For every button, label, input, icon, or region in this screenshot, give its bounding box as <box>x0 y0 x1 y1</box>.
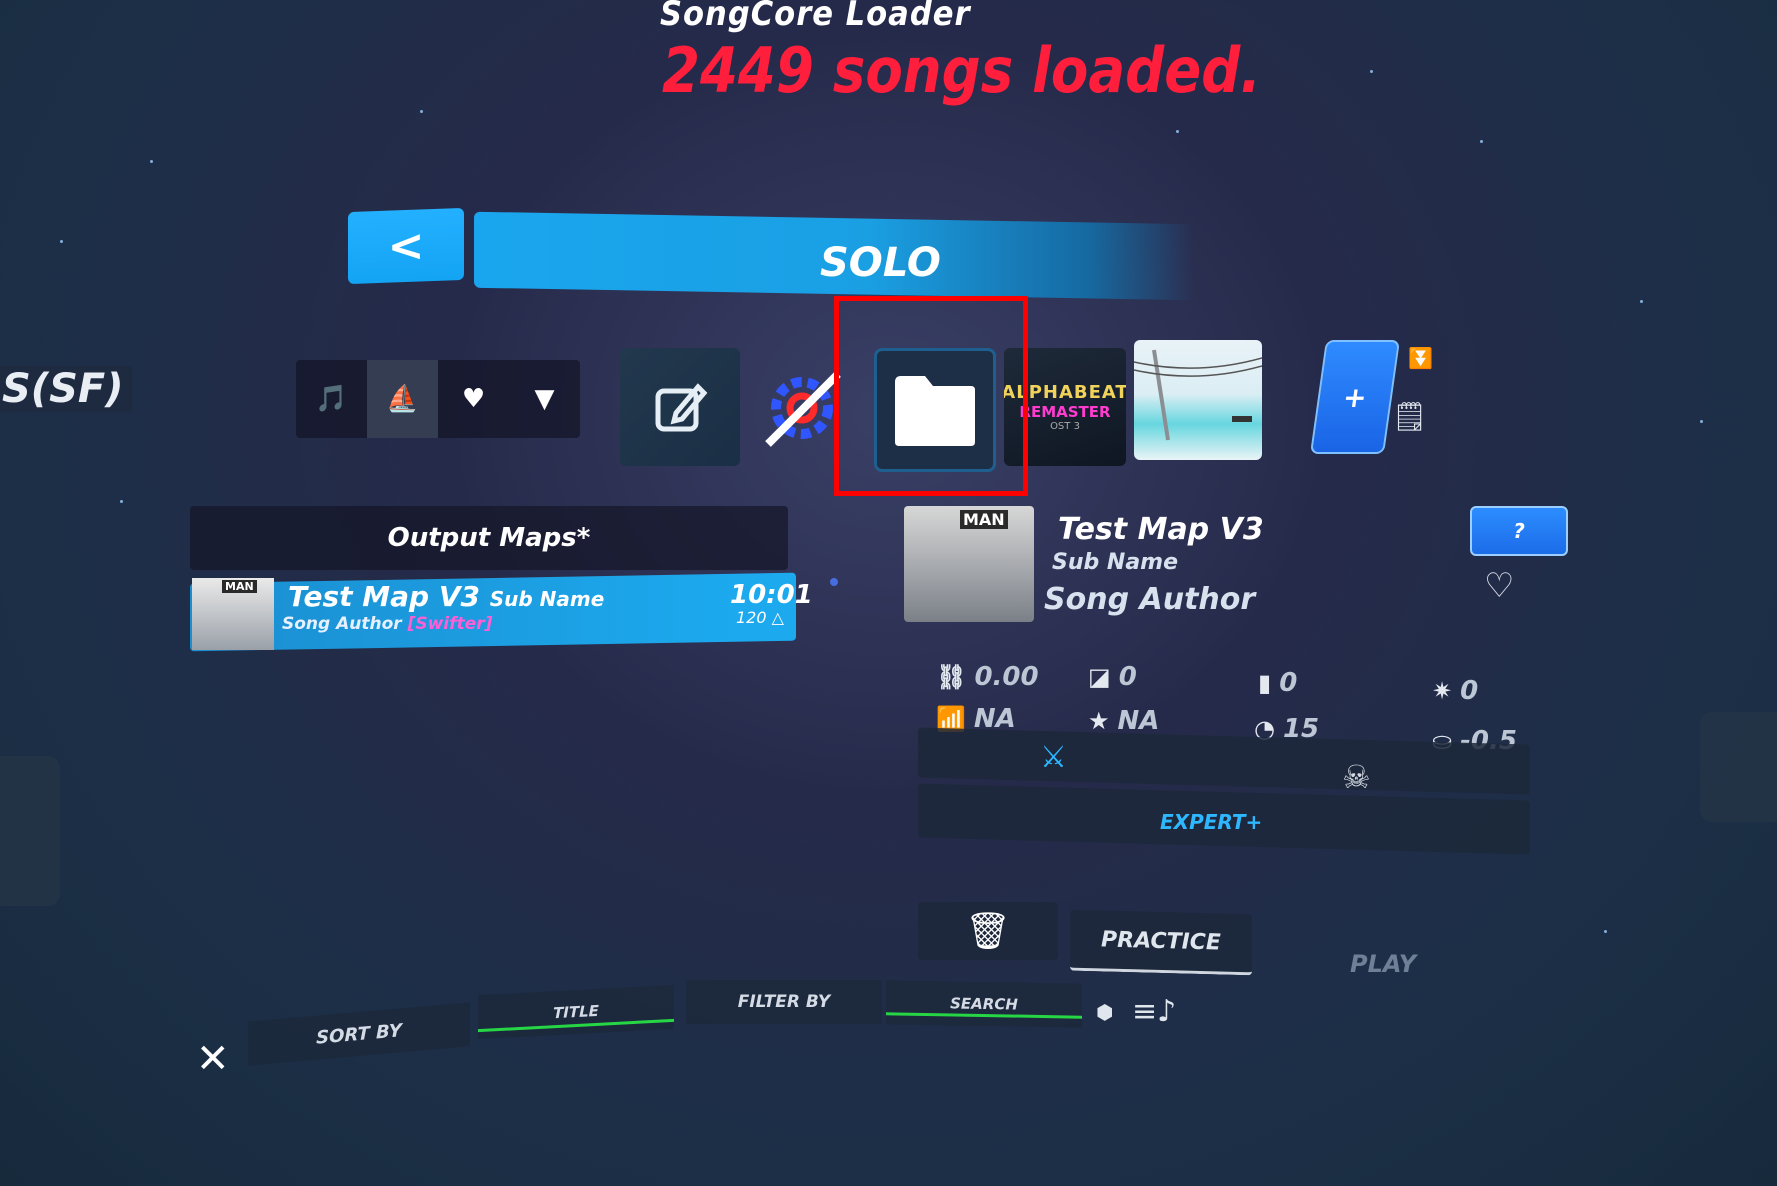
play-button[interactable]: PLAY <box>1350 950 1416 978</box>
tab-favorites[interactable]: ♥ <box>438 360 509 438</box>
landscape-image <box>1134 349 1262 441</box>
song-detail-subtitle: Sub Name <box>1052 550 1179 575</box>
skull-characteristic-icon[interactable]: ☠ <box>1342 758 1371 796</box>
music-folder-icon: 🎵 <box>315 384 348 414</box>
song-row-duration: 10:01 <box>730 580 813 610</box>
right-side-panel <box>1700 712 1777 822</box>
playlist-edit[interactable] <box>620 348 740 466</box>
song-row-author-text: Song Author <box>282 614 402 634</box>
song-row-title-text: Test Map V3 <box>288 580 480 613</box>
nps-icon: ⛓ <box>936 663 967 691</box>
song-row-cover: MAN <box>192 578 274 650</box>
songs-loaded-status: 2449 songs loaded. <box>662 34 1262 107</box>
tab-level-packs[interactable]: ⛵ <box>367 360 438 438</box>
add-playlist-button[interactable]: + <box>1309 340 1401 454</box>
sort-by-button[interactable]: SORT BY <box>248 1002 470 1066</box>
trash-icon: 🗑 <box>965 911 1011 952</box>
playlist-alphabeat-ost: OST 3 <box>1050 421 1080 432</box>
category-tabs: 🎵 ⛵ ♥ ▼ <box>296 360 580 438</box>
cover-tag: MAN <box>222 580 257 593</box>
stat-notes: ◪ 0 <box>1088 662 1137 692</box>
playlist-info-icon[interactable]: 🗒 <box>1392 400 1428 433</box>
song-row-title: Test Map V3 Sub Name <box>288 580 604 613</box>
star-icon: ★ <box>1088 707 1110 735</box>
page-title: SOLO <box>820 240 941 286</box>
song-detail-title: Test Map V3 <box>1058 512 1264 547</box>
song-row-mapper: [Swifter] <box>407 614 493 634</box>
metronome-icon: △ <box>771 608 784 627</box>
stat-nps: ⛓ 0.00 <box>936 662 1039 692</box>
cover-tag: MAN <box>960 510 1008 529</box>
help-button[interactable]: ? <box>1470 506 1568 556</box>
search-button[interactable]: SEARCH <box>886 980 1082 1028</box>
stat-bombs: ▮ 0 <box>1258 668 1298 698</box>
songcore-loader-title: SongCore Loader <box>660 0 971 34</box>
stat-lights: ✷ 0 <box>1432 676 1479 706</box>
difficulty-expert-plus[interactable]: EXPERT+ <box>1160 810 1262 834</box>
heart-icon: ♥ <box>461 384 486 414</box>
plus-icon: + <box>1340 380 1370 414</box>
light-icon: ✷ <box>1432 677 1453 705</box>
song-list-header: Output Maps* <box>190 506 788 570</box>
song-row-author: Song Author [Swifter] <box>282 614 492 634</box>
filter-icon: ▼ <box>534 384 555 414</box>
left-side-panel <box>0 756 60 906</box>
chevron-left-icon: < <box>387 219 425 273</box>
tab-music-packs[interactable]: 🎵 <box>296 360 367 438</box>
song-row-subtitle: Sub Name <box>489 587 605 611</box>
delete-button[interactable]: 🗑 <box>918 902 1058 960</box>
selection-highlight <box>834 296 1028 496</box>
edit-icon <box>655 383 708 432</box>
song-row-bpm: 120 △ <box>736 608 784 627</box>
tab-filter[interactable]: ▼ <box>509 360 580 438</box>
song-detail-cover: MAN <box>904 506 1034 622</box>
sort-notes-icon[interactable]: ≡♪ <box>1132 994 1176 1029</box>
song-row-bpm-value: 120 <box>736 608 767 627</box>
chevron-double-down-icon[interactable]: ⏬ <box>1408 346 1433 370</box>
stat-stars: ★ NA <box>1088 706 1160 736</box>
song-detail-author: Song Author <box>1044 582 1256 617</box>
favorite-heart-icon[interactable]: ♡ <box>1484 566 1514 606</box>
back-button[interactable]: < <box>348 207 464 285</box>
close-icon[interactable]: ✕ <box>196 1036 230 1082</box>
playlist-alphabeat-subtitle: REMASTER <box>1019 403 1111 421</box>
filter-by-button[interactable]: FILTER BY <box>686 980 882 1024</box>
random-dice-icon[interactable]: ⬢ <box>1096 1000 1113 1024</box>
note-block-icon: ◪ <box>1088 663 1111 691</box>
level-pack-icon: ⛵ <box>386 384 419 414</box>
bomb-icon: ▮ <box>1258 669 1272 697</box>
standard-characteristic-icon[interactable]: ⚔ <box>1040 740 1067 775</box>
side-category-label: S(SF) <box>0 366 132 412</box>
sort-title-button[interactable]: TITLE <box>478 984 674 1040</box>
practice-button[interactable]: PRACTICE <box>1070 909 1252 976</box>
playlist-photo-cover[interactable] <box>1134 340 1262 460</box>
